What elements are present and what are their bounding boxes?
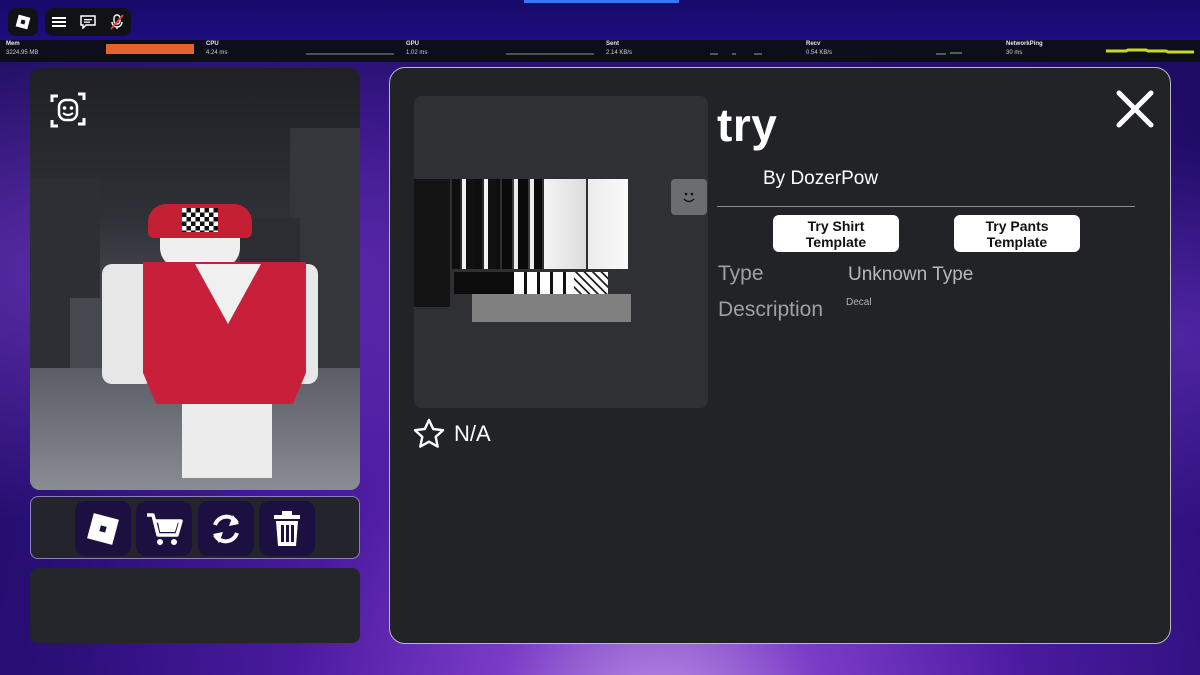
avatar-hat-checker bbox=[182, 208, 218, 232]
stat-sent-label: Sent bbox=[606, 41, 620, 47]
stat-cpu-label: CPU bbox=[206, 41, 219, 47]
refresh-icon bbox=[213, 514, 239, 543]
stat-cpu: CPU 4.24 ms bbox=[200, 40, 400, 62]
texture-part bbox=[414, 179, 450, 307]
cart-button[interactable] bbox=[136, 501, 192, 556]
stat-mem-value: 3224.95 MB bbox=[6, 50, 39, 56]
delete-button[interactable] bbox=[259, 501, 315, 556]
divider bbox=[717, 206, 1135, 207]
description-value: Decal bbox=[846, 297, 872, 308]
texture-part bbox=[454, 272, 514, 294]
microphone-muted-icon[interactable] bbox=[110, 14, 124, 30]
texture-part bbox=[588, 179, 628, 269]
texture-part bbox=[574, 272, 608, 294]
topbar-button-group bbox=[45, 8, 131, 36]
stat-cpu-value: 4.24 ms bbox=[206, 50, 228, 56]
type-value: Unknown Type bbox=[848, 264, 974, 285]
stat-ping: NetworkPing 30 ms bbox=[1000, 40, 1200, 62]
texture-part bbox=[472, 294, 631, 322]
stat-cpu-graph bbox=[306, 53, 394, 55]
stat-recv: Recv 0.54 KB/s bbox=[800, 40, 1000, 62]
smile-face-icon bbox=[683, 192, 695, 203]
stat-gpu-label: GPU bbox=[406, 41, 420, 47]
item-title: try bbox=[717, 99, 778, 151]
texture-part bbox=[514, 272, 574, 294]
decal-face-preview bbox=[671, 179, 707, 215]
cart-icon bbox=[147, 512, 183, 545]
stat-sent-graph bbox=[710, 53, 762, 55]
favorite-star-icon[interactable] bbox=[412, 417, 446, 451]
stat-recv-label: Recv bbox=[806, 41, 821, 47]
item-detail-panel: try By DozerPow Try Shirt Template Try P… bbox=[389, 67, 1171, 644]
try-shirt-template-button[interactable]: Try Shirt Template bbox=[773, 215, 899, 252]
chat-icon[interactable] bbox=[80, 15, 96, 29]
close-icon[interactable] bbox=[1114, 88, 1156, 130]
trash-icon bbox=[274, 510, 300, 546]
top-bar bbox=[0, 0, 1200, 40]
refresh-button[interactable] bbox=[198, 501, 254, 556]
stat-mem-label: Mem bbox=[6, 41, 20, 47]
description-label: Description bbox=[718, 298, 824, 321]
stat-ping-graph bbox=[1106, 48, 1194, 54]
stat-ping-value: 30 ms bbox=[1006, 50, 1023, 56]
bottom-empty-panel bbox=[30, 568, 360, 643]
hamburger-menu-icon[interactable] bbox=[52, 16, 66, 28]
roblox-logo-icon bbox=[15, 14, 31, 30]
texture-part bbox=[452, 179, 500, 269]
stat-gpu-graph bbox=[506, 53, 594, 55]
stat-recv-value: 0.54 KB/s bbox=[806, 50, 833, 56]
roblox-icon bbox=[87, 512, 119, 545]
stat-mem: Mem 3224.95 MB bbox=[0, 40, 200, 62]
avatar-preview-panel[interactable] bbox=[30, 68, 360, 490]
roblox-button[interactable] bbox=[75, 501, 131, 556]
stat-recv-graph bbox=[936, 52, 962, 55]
stat-gpu-value: 1.02 ms bbox=[406, 50, 428, 56]
type-label: Type bbox=[718, 262, 764, 285]
stat-gpu: GPU 1.02 ms bbox=[400, 40, 600, 62]
item-thumbnail bbox=[414, 96, 708, 408]
performance-stats-bar: Mem 3224.95 MB CPU 4.24 ms GPU 1.02 ms S… bbox=[0, 40, 1200, 62]
roblox-menu-button[interactable] bbox=[8, 8, 38, 36]
favorite-count: N/A bbox=[454, 421, 491, 446]
texture-part bbox=[544, 179, 586, 269]
avatar-toolbar bbox=[30, 496, 360, 559]
stat-sent-value: 2.14 KB/s bbox=[606, 50, 633, 56]
item-author[interactable]: By DozerPow bbox=[763, 168, 878, 190]
stat-ping-label: NetworkPing bbox=[1006, 41, 1043, 47]
stat-sent: Sent 2.14 KB/s bbox=[600, 40, 800, 62]
face-tracking-icon[interactable] bbox=[50, 92, 86, 128]
texture-part bbox=[502, 179, 542, 269]
stat-mem-graph bbox=[106, 44, 194, 54]
try-pants-template-button[interactable]: Try Pants Template bbox=[954, 215, 1080, 252]
top-accent-line bbox=[524, 0, 679, 3]
